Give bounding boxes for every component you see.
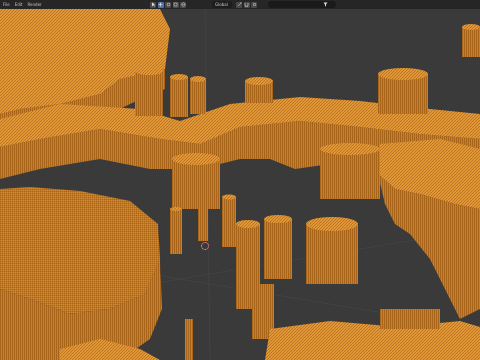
move-icon[interactable]: [157, 1, 164, 8]
globe-icon[interactable]: [180, 1, 186, 8]
menu-item-edit[interactable]: Edit: [15, 0, 23, 9]
menu-item-file[interactable]: File: [3, 0, 10, 9]
transform-orientation-dropdown[interactable]: Global: [212, 1, 232, 8]
cursor-icon[interactable]: [150, 1, 156, 8]
scale-icon[interactable]: [172, 1, 179, 8]
transform-tools: [150, 0, 188, 9]
funnel-icon[interactable]: [322, 2, 328, 8]
3d-cursor-icon: [201, 242, 209, 250]
snap-icon[interactable]: [236, 1, 242, 8]
rotate-icon[interactable]: [165, 1, 171, 8]
transform-orientation-value: Global: [215, 2, 228, 7]
header-bar: File Edit Render Global: [0, 0, 480, 9]
mesh-plateau-left-front: [0, 187, 162, 360]
snap-tools: [236, 0, 259, 9]
mesh-ledge-bottom-right: [265, 309, 480, 360]
mesh-ring-right: [378, 139, 480, 319]
filter-tools: [322, 0, 330, 9]
3d-viewport[interactable]: [0, 9, 480, 360]
blender-window: File Edit Render Global: [0, 0, 480, 360]
terrain-mesh: [0, 9, 480, 360]
proportional-icon[interactable]: [251, 1, 257, 8]
menu-bar: File Edit Render: [0, 0, 47, 9]
magnet-icon[interactable]: [243, 1, 250, 8]
menu-item-render[interactable]: Render: [27, 0, 41, 9]
